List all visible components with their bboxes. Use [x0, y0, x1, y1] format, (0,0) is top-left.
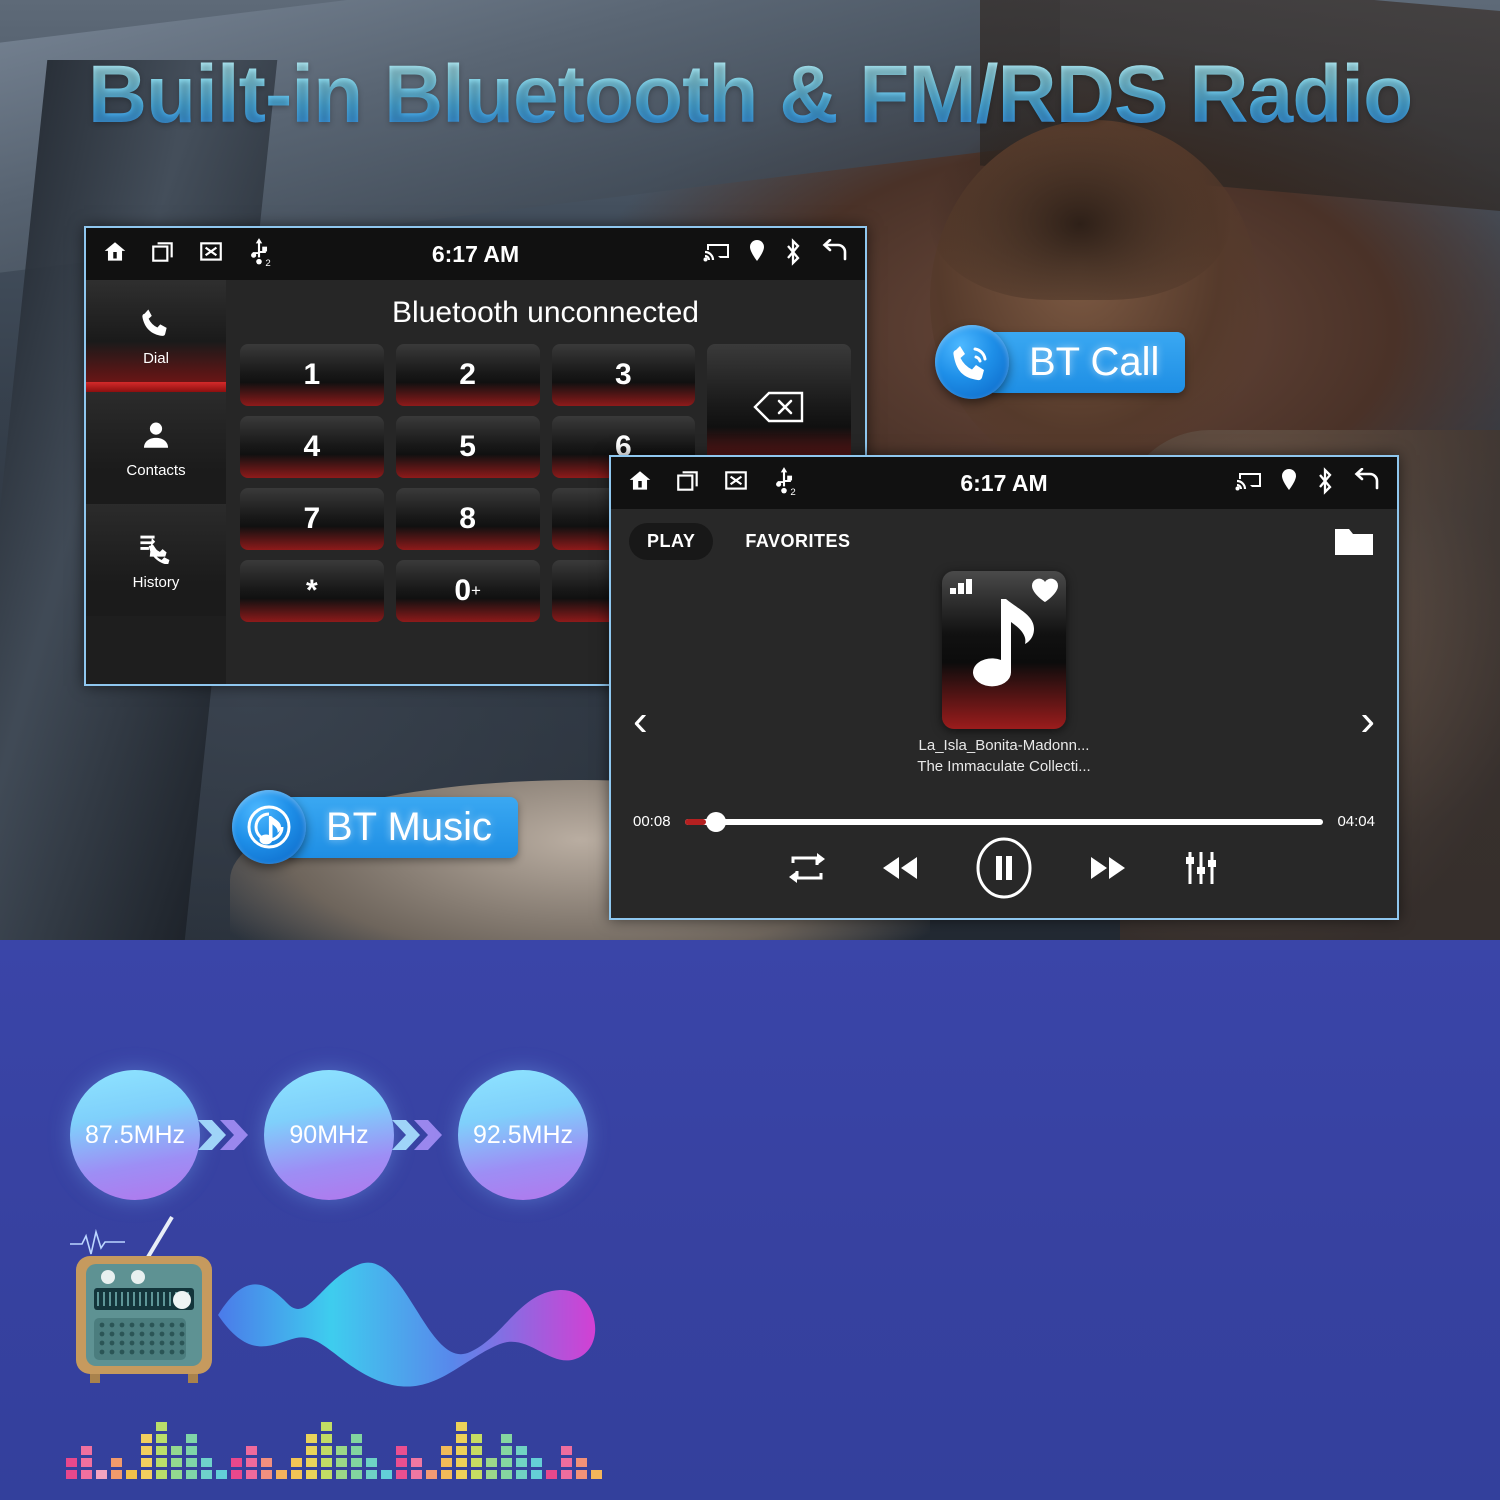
- sidebar-item-label: Contacts: [126, 461, 186, 479]
- frequency-step-3: 92.5MHz: [458, 1070, 588, 1200]
- keypad-key-1[interactable]: 1: [240, 344, 384, 406]
- playback-controls: [611, 837, 1397, 904]
- music-note-icon: [973, 599, 1034, 687]
- keypad-key-0[interactable]: 0 +: [395, 560, 540, 622]
- svg-text:2: 2: [265, 257, 270, 266]
- bluetooth-status-title: Bluetooth unconnected: [392, 296, 699, 329]
- key-label: 2: [459, 358, 476, 391]
- phone-call-icon: [935, 325, 1009, 399]
- keypad-key-2[interactable]: 2: [395, 344, 540, 406]
- progress-fill: [684, 818, 706, 825]
- track-album: The Immaculate Collecti...: [917, 758, 1091, 775]
- rewind-icon[interactable]: [879, 853, 921, 888]
- sidebar-item-history[interactable]: History: [86, 504, 226, 616]
- keypad-key-7[interactable]: 7: [240, 488, 384, 550]
- location-pin-icon[interactable]: [747, 239, 767, 270]
- status-bar: 2 6:17 AM: [611, 457, 1397, 509]
- now-playing-info: La_Isla_Bonita-Madonn... The Immaculate …: [611, 571, 1397, 775]
- key-superscript: +: [471, 581, 481, 600]
- keypad-key-3[interactable]: 3: [551, 344, 696, 406]
- elapsed-time: 00:08: [633, 813, 671, 830]
- bluetooth-icon[interactable]: [1315, 466, 1335, 500]
- recent-apps-icon[interactable]: [675, 468, 701, 499]
- person-icon: [139, 418, 173, 456]
- chevron-right-icon: [388, 1110, 464, 1160]
- key-label: 5: [459, 430, 476, 463]
- badge-label: BT Call: [987, 331, 1186, 393]
- back-icon[interactable]: [819, 238, 849, 270]
- pause-icon[interactable]: [973, 837, 1035, 904]
- bt-call-badge: BT Call: [935, 325, 1186, 399]
- driver-silhouette: [930, 120, 1260, 480]
- keypad-key-8[interactable]: 8: [395, 488, 540, 550]
- total-time: 04:04: [1337, 813, 1375, 830]
- equalizer-icon[interactable]: [1181, 849, 1221, 892]
- cast-icon[interactable]: [703, 240, 731, 269]
- key-label: *: [306, 574, 318, 607]
- key-label: 3: [615, 358, 632, 391]
- key-label: 0: [454, 574, 471, 607]
- back-icon[interactable]: [1351, 467, 1381, 499]
- tab-favorites[interactable]: FAVORITES: [727, 523, 868, 560]
- radio-feature-section: 87.5MHz 90MHz 92.5MHz: [0, 940, 1500, 1500]
- album-art: [942, 571, 1066, 729]
- bluetooth-feature-section: Built-in Bluetooth & FM/RDS Radio 2 6:17…: [0, 0, 1500, 940]
- home-icon[interactable]: [102, 239, 128, 270]
- progress-bar[interactable]: [684, 811, 1324, 832]
- equalizer-bars-icon: [950, 579, 972, 594]
- chevron-right-icon[interactable]: ›: [1360, 699, 1375, 743]
- repeat-icon[interactable]: [787, 849, 827, 892]
- page-title: Built-in Bluetooth & FM/RDS Radio: [0, 48, 1500, 142]
- keypad-key-4[interactable]: 4: [240, 416, 384, 478]
- cast-icon[interactable]: [1235, 469, 1263, 498]
- music-tabs: PLAY FAVORITES: [611, 509, 1397, 560]
- backspace-icon: [752, 390, 806, 432]
- bluetooth-icon[interactable]: [783, 237, 803, 271]
- screen-off-icon[interactable]: [198, 239, 224, 270]
- chevron-left-icon[interactable]: ‹: [633, 699, 648, 743]
- frequency-step-row: 87.5MHz 90MHz 92.5MHz: [70, 1070, 588, 1200]
- location-pin-icon[interactable]: [1279, 468, 1299, 499]
- bluetooth-sidebar: Dial Contacts History: [86, 280, 226, 684]
- home-icon[interactable]: [627, 468, 653, 499]
- track-title: La_Isla_Bonita-Madonn...: [918, 737, 1090, 754]
- progress-knob[interactable]: [705, 811, 726, 832]
- tab-play[interactable]: PLAY: [629, 523, 714, 560]
- equalizer-bars-graphic: [66, 1422, 602, 1479]
- frequency-step-2: 90MHz: [264, 1070, 394, 1200]
- chevron-right-icon: [194, 1110, 270, 1160]
- fast-forward-icon[interactable]: [1087, 853, 1129, 888]
- music-disc-icon: [232, 790, 306, 864]
- key-label: 8: [459, 502, 476, 535]
- bt-music-badge: BT Music: [232, 790, 518, 864]
- usb-icon[interactable]: 2: [771, 466, 797, 501]
- status-bar: 2 6:17 AM: [86, 228, 865, 280]
- key-label: 1: [303, 358, 321, 391]
- keypad-key-star[interactable]: *: [240, 560, 384, 622]
- usb-icon[interactable]: 2: [246, 237, 272, 272]
- key-label: 7: [303, 502, 321, 535]
- badge-label: BT Music: [284, 796, 518, 858]
- phone-icon: [139, 306, 173, 344]
- keypad-key-5[interactable]: 5: [395, 416, 540, 478]
- sidebar-item-label: Dial: [143, 349, 169, 367]
- key-label: 4: [303, 430, 321, 463]
- sidebar-item-contacts[interactable]: Contacts: [86, 392, 226, 504]
- recent-apps-icon[interactable]: [150, 239, 176, 270]
- frequency-step-1: 87.5MHz: [70, 1070, 200, 1200]
- svg-text:2: 2: [790, 486, 795, 495]
- sidebar-item-label: History: [132, 573, 180, 591]
- folder-icon[interactable]: [1333, 525, 1375, 564]
- vintage-radio-illustration: [70, 1215, 596, 1387]
- sidebar-item-dial[interactable]: Dial: [86, 280, 226, 392]
- bluetooth-music-screen: 2 6:17 AM PLAY FAVORITES La_Isla_Bonita-…: [609, 455, 1399, 920]
- progress-row: 00:08 04:04: [611, 811, 1397, 832]
- call-history-icon: [139, 530, 173, 568]
- screen-off-icon[interactable]: [723, 468, 749, 499]
